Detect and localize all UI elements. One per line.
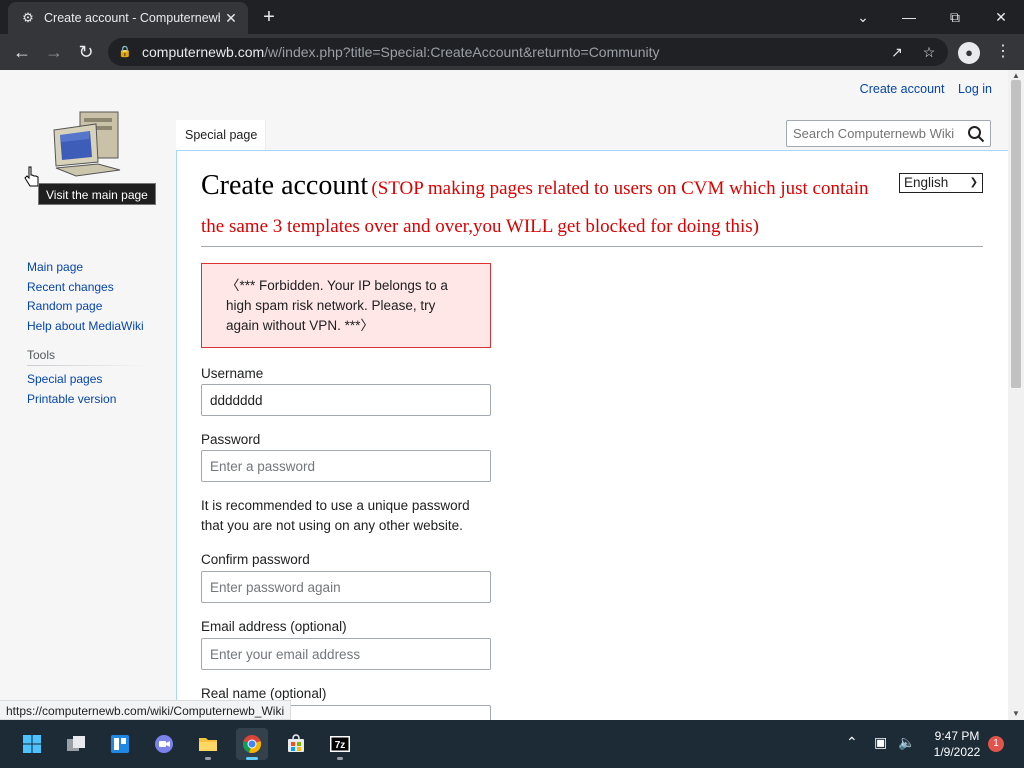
sidebar-item-printable-version[interactable]: Printable version	[27, 390, 149, 410]
folder-icon	[199, 738, 217, 751]
tab-close-icon[interactable]: ✕	[222, 9, 240, 27]
back-arrow-icon[interactable]: ←	[10, 40, 34, 64]
search-box	[786, 120, 991, 147]
scroll-down-icon[interactable]: ▼	[1008, 708, 1024, 720]
search-input[interactable]	[787, 121, 963, 146]
computer-logo-icon	[53, 111, 121, 177]
sidebar-item-help[interactable]: Help about MediaWiki	[27, 317, 149, 337]
language-selected: English	[904, 175, 949, 190]
confirm-password-field[interactable]	[201, 571, 491, 603]
link-status-url: https://computernewb.com/wiki/Computerne…	[0, 700, 292, 720]
clock-date: 1/9/2022	[933, 745, 981, 759]
page-title: Create account (STOP making pages relate…	[201, 167, 889, 246]
logo-tooltip: Visit the main page	[38, 183, 156, 205]
notification-badge[interactable]: 1	[988, 736, 1004, 752]
teams-chat-icon	[155, 735, 173, 753]
windows-start-icon	[23, 735, 41, 753]
task-view-button[interactable]	[60, 728, 92, 760]
address-bar[interactable]: 🔒 computernewb.com/w/index.php?title=Spe…	[108, 38, 948, 66]
sidebar-item-random-page[interactable]: Random page	[27, 297, 149, 317]
browser-tab[interactable]: ⚙ Create account - Computernewb Wiki ✕	[8, 2, 248, 34]
store-icon	[288, 734, 304, 752]
password-field[interactable]	[201, 450, 491, 482]
wiki-page: Create account Log in Visit the main pag…	[0, 70, 1008, 720]
personal-tools: Create account Log in	[850, 82, 992, 96]
bookmark-star-icon[interactable]: ☆	[920, 43, 938, 61]
sidebar-item-main-page[interactable]: Main page	[27, 258, 149, 278]
tab-title: Create account - Computernewb Wiki	[44, 11, 220, 25]
reload-icon[interactable]: ↻	[74, 40, 98, 64]
file-explorer-button[interactable]	[192, 728, 224, 760]
real-name-label: Real name (optional)	[201, 686, 327, 701]
profile-avatar-icon[interactable]: ●	[958, 42, 980, 64]
sidebar-item-recent-changes[interactable]: Recent changes	[27, 278, 149, 298]
chrome-taskbar-button[interactable]	[236, 728, 268, 760]
new-tab-button[interactable]: +	[258, 6, 280, 28]
page-scrollbar[interactable]: ▲ ▼	[1008, 70, 1024, 720]
clock-time: 9:47 PM	[934, 729, 980, 743]
tab-search-chevron-icon[interactable]: ⌄	[840, 4, 886, 30]
chat-button[interactable]	[148, 728, 180, 760]
sidebar-navigation: Main page Recent changes Random page Hel…	[27, 258, 149, 409]
main-content: English ❯ Create account (STOP making pa…	[176, 150, 1008, 720]
start-button[interactable]	[16, 728, 48, 760]
chrome-menu-icon[interactable]: ⋮	[994, 40, 1012, 64]
widgets-button[interactable]	[104, 728, 136, 760]
browser-toolbar: ← → ↻ 🔒 computernewb.com/w/index.php?tit…	[0, 34, 1024, 70]
store-button[interactable]	[280, 728, 312, 760]
password-help-text: It is recommended to use a unique passwo…	[201, 498, 470, 533]
widgets-icon	[111, 735, 129, 753]
username-label: Username	[201, 366, 264, 381]
taskbar: 7z ⌃ ▣ 🔈 9:47 PM 1/9/2022 1	[0, 720, 1024, 768]
minimize-button[interactable]: —	[886, 4, 932, 30]
address-url[interactable]: computernewb.com/w/index.php?title=Speci…	[142, 44, 660, 60]
7zip-icon: 7z	[330, 736, 350, 752]
browser-tab-strip: ⚙ Create account - Computernewb Wiki ✕ +…	[0, 0, 1024, 34]
task-view-icon	[67, 736, 85, 751]
running-indicator	[205, 757, 211, 760]
create-account-link[interactable]: Create account	[860, 82, 945, 96]
clock[interactable]: 9:47 PM 1/9/2022	[928, 728, 986, 760]
share-icon[interactable]: ↗	[888, 43, 906, 61]
network-icon[interactable]: ▣	[874, 734, 887, 751]
svg-text:7z: 7z	[335, 740, 346, 751]
error-message-box: 〈*** Forbidden. Your IP belongs to a hig…	[201, 263, 491, 348]
email-label: Email address (optional)	[201, 619, 347, 634]
active-indicator	[246, 757, 258, 760]
search-icon[interactable]	[967, 125, 985, 143]
sidebar-item-special-pages[interactable]: Special pages	[27, 370, 149, 390]
email-field[interactable]	[201, 638, 491, 670]
chevron-up-icon[interactable]: ⌃	[846, 734, 858, 751]
chevron-down-icon: ❯	[969, 177, 978, 188]
confirm-password-label: Confirm password	[201, 552, 310, 567]
lock-icon: 🔒	[118, 46, 132, 58]
running-indicator	[337, 757, 343, 760]
language-select[interactable]: English ❯	[899, 173, 983, 193]
scrollbar-thumb[interactable]	[1011, 80, 1021, 388]
log-in-link[interactable]: Log in	[958, 82, 992, 96]
7zip-button[interactable]: 7z	[324, 728, 356, 760]
tab-special-page[interactable]: Special page	[176, 120, 267, 150]
sidebar-tools-heading: Tools	[27, 348, 149, 366]
wiki-logo[interactable]	[40, 104, 130, 184]
forward-arrow-icon[interactable]: →	[42, 40, 66, 64]
restore-button[interactable]: ⧉	[932, 4, 978, 30]
password-label: Password	[201, 432, 261, 447]
chrome-icon	[242, 735, 262, 754]
page-title-main: Create account	[201, 170, 369, 201]
volume-icon[interactable]: 🔈	[898, 734, 915, 751]
window-close-button[interactable]: ✕	[978, 4, 1024, 30]
heading-divider	[201, 246, 983, 247]
username-field[interactable]	[201, 384, 491, 416]
wiki-favicon-icon: ⚙	[22, 10, 34, 25]
